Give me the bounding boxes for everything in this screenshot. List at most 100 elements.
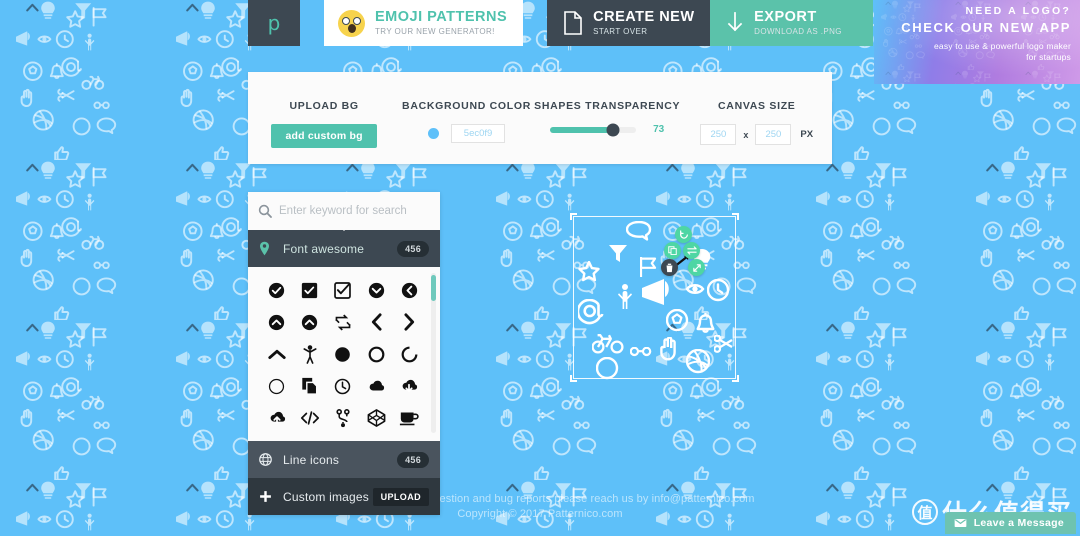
promo-line-4: for startups — [1026, 52, 1071, 62]
background-color-hex-input[interactable]: 5ec0f9 — [451, 124, 506, 143]
canvas-handle-bottom-left[interactable] — [570, 375, 577, 382]
circle-notch-icon[interactable] — [393, 341, 426, 367]
upload-bg-group: UPLOAD BG add custom bg — [248, 72, 400, 148]
plus-icon — [259, 490, 275, 503]
resize-tool-button[interactable] — [688, 259, 705, 276]
export-subtitle: DOWNLOAD AS .PNG — [754, 27, 842, 37]
sidebar-item-label: Line icons — [283, 452, 340, 467]
canvas-selection-frame[interactable] — [570, 213, 739, 382]
sidebar-item-label: Custom images — [283, 489, 369, 504]
icon-grid-container — [248, 267, 440, 441]
child-icon[interactable] — [293, 341, 326, 367]
document-page-icon — [563, 11, 583, 35]
sidebar-item-line-icons[interactable]: Line icons 456 — [248, 441, 440, 478]
top-toolbar: p EMOJI PATTERNS TRY OUR NEW GENERATOR! … — [248, 0, 874, 46]
shapes-transparency-label: SHAPES TRANSPARENCY — [534, 100, 681, 112]
chevron-up-icon[interactable] — [260, 341, 293, 367]
canvas-size-group: CANVAS SIZE 250 x 250 PX — [682, 72, 832, 145]
create-new-title: CREATE NEW — [593, 8, 695, 25]
coffee-icon[interactable] — [393, 405, 426, 431]
custom-images-upload-button[interactable]: UPLOAD — [372, 487, 429, 506]
emoji-banner-subtitle: TRY OUR NEW GENERATOR! — [375, 27, 495, 37]
toolbar-gap-1 — [300, 0, 324, 46]
surprised-face-emoji-icon — [338, 9, 365, 37]
chat-label: Leave a Message — [973, 517, 1064, 529]
export-title: EXPORT — [754, 8, 817, 25]
circle-filled-icon[interactable] — [326, 341, 359, 367]
clock-icon[interactable] — [326, 373, 359, 399]
add-custom-bg-button[interactable]: add custom bg — [271, 124, 377, 148]
background-color-label: BACKGROUND COLOR — [402, 100, 532, 112]
retweet-icon[interactable] — [326, 309, 359, 335]
canvas-handle-top-right[interactable] — [732, 213, 739, 220]
envelope-icon — [954, 518, 967, 528]
create-new-subtitle: START OVER — [593, 27, 648, 37]
canvas-handle-top-left[interactable] — [570, 213, 577, 220]
promo-line-2: CHECK OUR NEW APP — [901, 20, 1071, 35]
canvas-width-input[interactable]: 250 — [700, 124, 737, 145]
sidebar-item-count: 456 — [397, 451, 429, 468]
promo-line-1: NEED A LOGO? — [965, 5, 1071, 17]
rotate-tool-button[interactable] — [675, 226, 692, 243]
sidebar-item-custom-images[interactable]: Custom images UPLOAD — [248, 478, 440, 515]
code-icon[interactable] — [293, 405, 326, 431]
cloud-download-icon[interactable] — [393, 373, 426, 399]
chevron-left-circle-icon[interactable] — [393, 277, 426, 303]
patternico-app: p EMOJI PATTERNS TRY OUR NEW GENERATOR! … — [0, 0, 1080, 536]
app-logo[interactable]: p — [248, 0, 300, 46]
chevron-up-circle-alt-icon[interactable] — [293, 309, 326, 335]
sidebar-item-font-awesome[interactable]: Font awesome 456 — [248, 224, 440, 267]
logo-p-mark: p — [267, 11, 281, 35]
promo-line-3: easy to use & powerful logo maker — [933, 41, 1071, 51]
create-new-button[interactable]: CREATE NEW START OVER — [547, 0, 711, 46]
check-circle-icon[interactable] — [260, 277, 293, 303]
codepen-icon[interactable] — [360, 405, 393, 431]
transparency-value: 73 — [653, 124, 665, 135]
sidebar-item-count: 456 — [397, 240, 429, 257]
icon-grid-scrollbar-thumb[interactable] — [431, 275, 436, 301]
clone-icon[interactable] — [293, 373, 326, 399]
delete-tool-button[interactable] — [661, 259, 678, 276]
transparency-slider-fill — [550, 126, 614, 133]
copy-tool-button[interactable] — [664, 242, 681, 259]
search-input[interactable] — [279, 205, 433, 217]
chevron-down-circle-icon[interactable] — [360, 277, 393, 303]
icon-library-sidebar: Font awesome 456 — [248, 192, 440, 515]
circle-thin-icon[interactable] — [260, 373, 293, 399]
canvas-handle-bottom-right[interactable] — [732, 375, 739, 382]
cloud-icon[interactable] — [360, 373, 393, 399]
active-category-pointer — [337, 224, 351, 231]
emoji-banner-title: EMOJI PATTERNS — [375, 8, 508, 25]
canvas-size-separator: x — [743, 129, 749, 140]
icon-grid — [248, 267, 440, 431]
settings-panel: UPLOAD BG add custom bg BACKGROUND COLOR… — [248, 72, 832, 164]
check-square-outline-icon[interactable] — [326, 277, 359, 303]
upload-bg-label: UPLOAD BG — [289, 100, 359, 112]
download-arrow-icon — [726, 11, 744, 35]
canvas-size-unit: PX — [800, 129, 814, 140]
flip-tool-button[interactable] — [683, 242, 700, 259]
chevron-up-circle-icon[interactable] — [260, 309, 293, 335]
chevron-right-icon[interactable] — [393, 309, 426, 335]
shapes-transparency-group: SHAPES TRANSPARENCY 73 — [533, 72, 682, 136]
export-button[interactable]: EXPORT DOWNLOAD AS .PNG — [710, 0, 874, 46]
background-color-group: BACKGROUND COLOR 5ec0f9 — [400, 72, 533, 143]
code-branch-icon[interactable] — [326, 405, 359, 431]
circle-outline-icon[interactable] — [360, 341, 393, 367]
search-icon — [258, 204, 272, 218]
logo-app-promo-banner[interactable]: NEED A LOGO? CHECK OUR NEW APP easy to u… — [874, 0, 1080, 84]
transparency-slider[interactable] — [550, 123, 637, 136]
icon-grid-scrollbar[interactable] — [431, 273, 436, 433]
globe-icon — [259, 453, 275, 466]
emoji-patterns-banner[interactable]: EMOJI PATTERNS TRY OUR NEW GENERATOR! — [324, 0, 524, 46]
leave-a-message-widget[interactable]: Leave a Message — [944, 512, 1076, 534]
map-pin-icon — [259, 241, 275, 256]
canvas-height-input[interactable]: 250 — [755, 124, 792, 145]
toolbar-gap-2 — [523, 0, 547, 46]
check-square-filled-icon[interactable] — [293, 277, 326, 303]
cloud-upload-icon[interactable] — [260, 405, 293, 431]
transparency-slider-knob[interactable] — [606, 123, 620, 136]
chevron-left-icon[interactable] — [360, 309, 393, 335]
canvas-size-label: CANVAS SIZE — [718, 100, 796, 112]
background-color-swatch[interactable] — [428, 128, 440, 139]
